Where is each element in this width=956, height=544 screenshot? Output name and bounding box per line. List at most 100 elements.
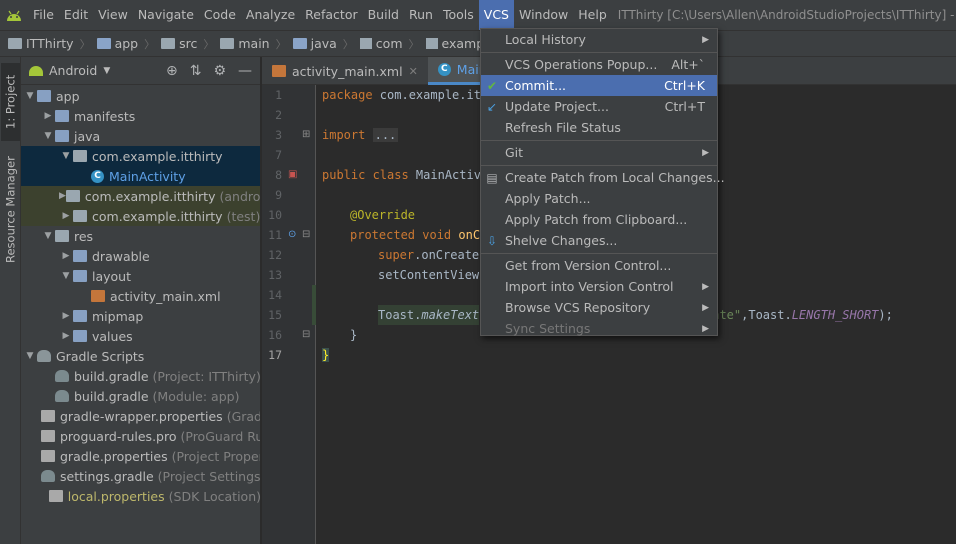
tree-item[interactable]: proguard-rules.pro(ProGuard Rules for ap…: [21, 426, 260, 446]
tree-item-hint: (Module: app): [152, 388, 240, 404]
tree-item[interactable]: ▶ drawable: [21, 246, 260, 266]
fold-icon[interactable]: ⊞: [302, 129, 310, 140]
tab-activity-main-xml[interactable]: activity_main.xml ✕: [262, 57, 428, 85]
folded-imports[interactable]: ...: [372, 128, 399, 142]
run-class-icon[interactable]: ▣: [288, 169, 297, 180]
override-method-icon[interactable]: ⊙: [288, 229, 296, 240]
breadcrumb-item-com[interactable]: com: [359, 36, 403, 51]
expanded-arrow-icon[interactable]: ▼: [59, 151, 73, 161]
tree-item[interactable]: gradle.properties(Project Properties): [21, 446, 260, 466]
collapsed-arrow-icon[interactable]: ▶: [41, 111, 55, 121]
menu-item-label: Get from Version Control...: [505, 258, 672, 273]
menu-window[interactable]: Window: [514, 0, 573, 30]
menu-tools[interactable]: Tools: [438, 0, 479, 30]
tool-tab-project[interactable]: 1: Project: [1, 63, 20, 141]
collapsed-arrow-icon[interactable]: ▶: [59, 251, 73, 261]
vcs-menu-item[interactable]: ↙ Update Project... Ctrl+T: [481, 96, 717, 117]
tree-item[interactable]: ▶ com.example.itthirty(androidTest): [21, 186, 261, 206]
menu-code[interactable]: Code: [199, 0, 241, 30]
expanded-arrow-icon[interactable]: ▼: [23, 351, 37, 361]
tree-item[interactable]: ▼ com.example.itthirty: [21, 146, 260, 166]
tree-item[interactable]: gradle-wrapper.properties(Gradle Version…: [21, 406, 260, 426]
submenu-arrow-icon: ▶: [702, 302, 709, 313]
tree-item[interactable]: build.gradle (Project: ITThirty): [21, 366, 260, 386]
tree-item[interactable]: ▼ res: [21, 226, 260, 246]
menu-separator: [481, 165, 717, 166]
vcs-menu-item[interactable]: Local History ▶: [481, 29, 717, 50]
tree-item[interactable]: ▶ mipmap: [21, 306, 260, 326]
vcs-menu-item[interactable]: Apply Patch from Clipboard...: [481, 209, 717, 230]
expanded-arrow-icon[interactable]: ▼: [41, 231, 55, 241]
expanded-arrow-icon[interactable]: ▼: [59, 271, 73, 281]
collapse-all-icon[interactable]: ⇅: [190, 63, 202, 79]
collapsed-arrow-icon[interactable]: ▶: [59, 311, 73, 321]
menu-run[interactable]: Run: [404, 0, 438, 30]
breadcrumb-item-main[interactable]: main: [220, 36, 270, 51]
tree-item[interactable]: ▶ values: [21, 326, 260, 346]
tree-item[interactable]: ▶ com.example.itthirty (test): [21, 206, 260, 226]
menu-edit[interactable]: Edit: [59, 0, 93, 30]
breadcrumb-item-java[interactable]: java: [292, 36, 337, 51]
vcs-menu-item[interactable]: Git ▶: [481, 142, 717, 163]
line-number: 12: [268, 248, 282, 262]
tree-item[interactable]: local.properties (SDK Location): [21, 486, 260, 506]
expanded-arrow-icon[interactable]: ▼: [41, 131, 55, 141]
vcs-menu-item[interactable]: Refresh File Status: [481, 117, 717, 138]
menu-navigate[interactable]: Navigate: [133, 0, 199, 30]
menu-separator: [481, 253, 717, 254]
vcs-menu-item[interactable]: ▤ Create Patch from Local Changes...: [481, 167, 724, 188]
breadcrumb-item-src[interactable]: src: [161, 36, 197, 51]
vcs-menu-item[interactable]: Browse VCS Repository ▶: [481, 297, 717, 318]
menu-file[interactable]: File: [28, 0, 59, 30]
vcs-menu-item[interactable]: Import into Version Control ▶: [481, 276, 717, 297]
chevron-down-icon[interactable]: ▼: [103, 66, 110, 76]
fold-icon[interactable]: ⊟: [302, 229, 310, 240]
menu-view[interactable]: View: [93, 0, 133, 30]
tree-item[interactable]: settings.gradle (Project Settings): [21, 466, 260, 486]
tree-item[interactable]: build.gradle (Module: app): [21, 386, 260, 406]
menu-shortcut: Ctrl+K: [664, 78, 705, 93]
vcs-menu-item[interactable]: ⇩ Shelve Changes...: [481, 230, 717, 251]
menu-vcs[interactable]: VCS: [478, 0, 514, 30]
collapsed-arrow-icon[interactable]: ▶: [59, 191, 66, 201]
menu-analyze[interactable]: Analyze: [241, 0, 300, 30]
tree-item[interactable]: ▶ manifests: [21, 106, 260, 126]
folder-icon: [96, 38, 111, 49]
vcs-menu-item[interactable]: Get from Version Control...: [481, 255, 717, 276]
collapsed-arrow-icon[interactable]: ▶: [59, 331, 73, 341]
minimize-icon[interactable]: —: [238, 63, 252, 79]
breadcrumb-item-app[interactable]: app: [96, 36, 138, 51]
gradle-icon: [41, 470, 55, 482]
vcs-menu-item[interactable]: VCS Operations Popup... Alt+`: [481, 54, 717, 75]
breadcrumb: ITThirty 〉 app 〉 src 〉 main 〉 java 〉 com…: [0, 30, 956, 57]
menu-refactor[interactable]: Refactor: [300, 0, 362, 30]
menu-help[interactable]: Help: [573, 0, 612, 30]
tree-item[interactable]: ▼ app: [21, 86, 260, 106]
tree-item-hint: (androidTest): [219, 188, 261, 204]
folder-icon: [55, 110, 69, 122]
tree-item[interactable]: ▼ layout: [21, 266, 260, 286]
code-line: super.onCreate: [378, 248, 480, 262]
vcs-menu-item[interactable]: Apply Patch...: [481, 188, 717, 209]
vcs-menu-item[interactable]: ✔ Commit... Ctrl+K: [481, 75, 717, 96]
project-folder-icon: [8, 38, 22, 49]
tree-item-label: app: [56, 88, 80, 104]
tree-item[interactable]: C MainActivity: [21, 166, 260, 186]
close-icon[interactable]: ✕: [409, 65, 418, 78]
gear-icon[interactable]: ⚙: [213, 63, 226, 79]
expanded-arrow-icon[interactable]: ▼: [23, 91, 37, 101]
tool-tab-resource-manager[interactable]: Resource Manager: [1, 153, 20, 267]
view-mode-selector[interactable]: Android: [49, 63, 97, 78]
code-line-tail: late",Toast.LENGTH_SHORT);: [705, 308, 893, 322]
breadcrumb-item-project[interactable]: ITThirty: [8, 36, 74, 51]
editor-gutter: 1 2 3 7 8 9 10 11 12 13 14 15 16 17 ▣ ⊙ …: [262, 85, 316, 544]
menu-shortcut: Ctrl+T: [664, 99, 705, 114]
menu-item-label: Apply Patch...: [505, 191, 591, 206]
tree-item[interactable]: activity_main.xml: [21, 286, 260, 306]
tree-item[interactable]: ▼ Gradle Scripts: [21, 346, 260, 366]
menu-build[interactable]: Build: [363, 0, 404, 30]
fold-icon[interactable]: ⊟: [302, 329, 310, 340]
tree-item[interactable]: ▼ java: [21, 126, 260, 146]
collapsed-arrow-icon[interactable]: ▶: [59, 211, 73, 221]
crosshair-icon[interactable]: ⊕: [166, 63, 178, 79]
